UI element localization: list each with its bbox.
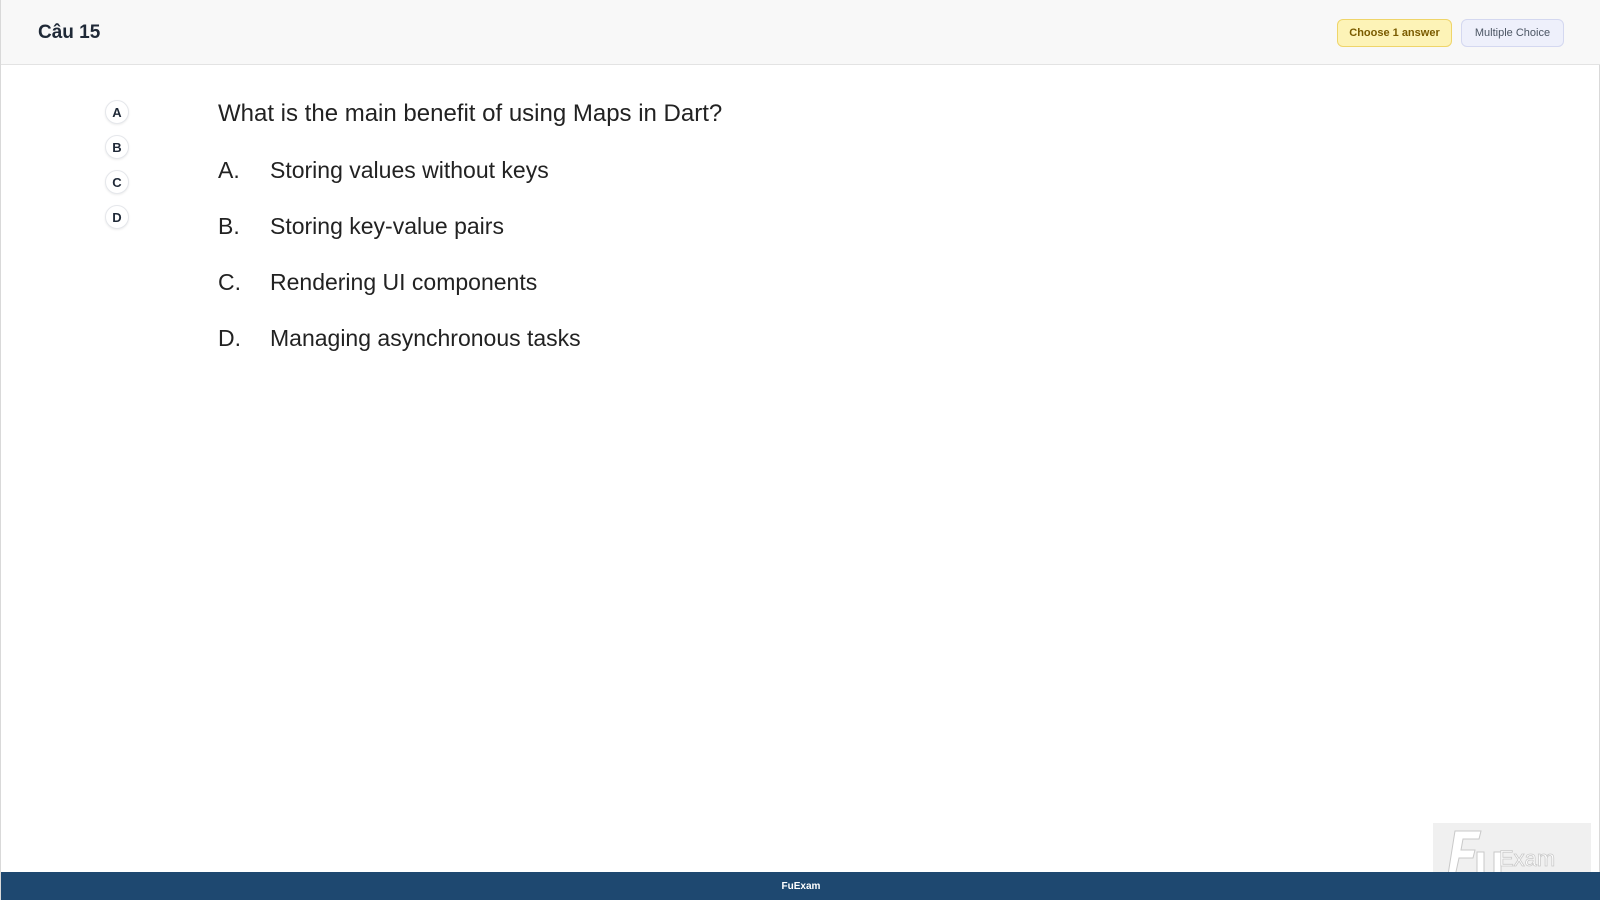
option-text: Managing asynchronous tasks [270, 325, 581, 351]
answer-bubble-d[interactable]: D [105, 205, 129, 229]
option-a[interactable]: A. Storing values without keys [218, 157, 581, 213]
option-b[interactable]: B. Storing key-value pairs [218, 213, 581, 269]
option-text: Storing key-value pairs [270, 213, 504, 239]
option-letter: B. [218, 213, 240, 239]
question-number: Câu 15 [38, 22, 101, 43]
answer-bubble-c[interactable]: C [105, 170, 129, 194]
option-d[interactable]: D. Managing asynchronous tasks [218, 325, 581, 381]
option-letter: A. [218, 157, 240, 183]
question-header: Câu 15 Choose 1 answer Multiple Choice [1, 0, 1600, 65]
svg-text:Exam: Exam [1499, 846, 1555, 871]
answer-bubble-b[interactable]: B [105, 135, 129, 159]
option-text: Storing values without keys [270, 157, 549, 183]
options-list: A. Storing values without keys B. Storin… [218, 157, 581, 381]
answer-selector: A B C D [105, 100, 131, 240]
option-letter: C. [218, 269, 241, 295]
answer-bubble-a[interactable]: A [105, 100, 129, 124]
option-letter: D. [218, 325, 241, 351]
question-text: What is the main benefit of using Maps i… [218, 100, 723, 127]
exam-window: Câu 15 Choose 1 answer Multiple Choice A… [0, 0, 1600, 900]
choose-answer-badge: Choose 1 answer [1337, 19, 1452, 47]
option-text: Rendering UI components [270, 269, 538, 295]
footer-bar: FuExam [1, 872, 1600, 900]
option-c[interactable]: C. Rendering UI components [218, 269, 581, 325]
question-type-badge: Multiple Choice [1461, 19, 1564, 47]
